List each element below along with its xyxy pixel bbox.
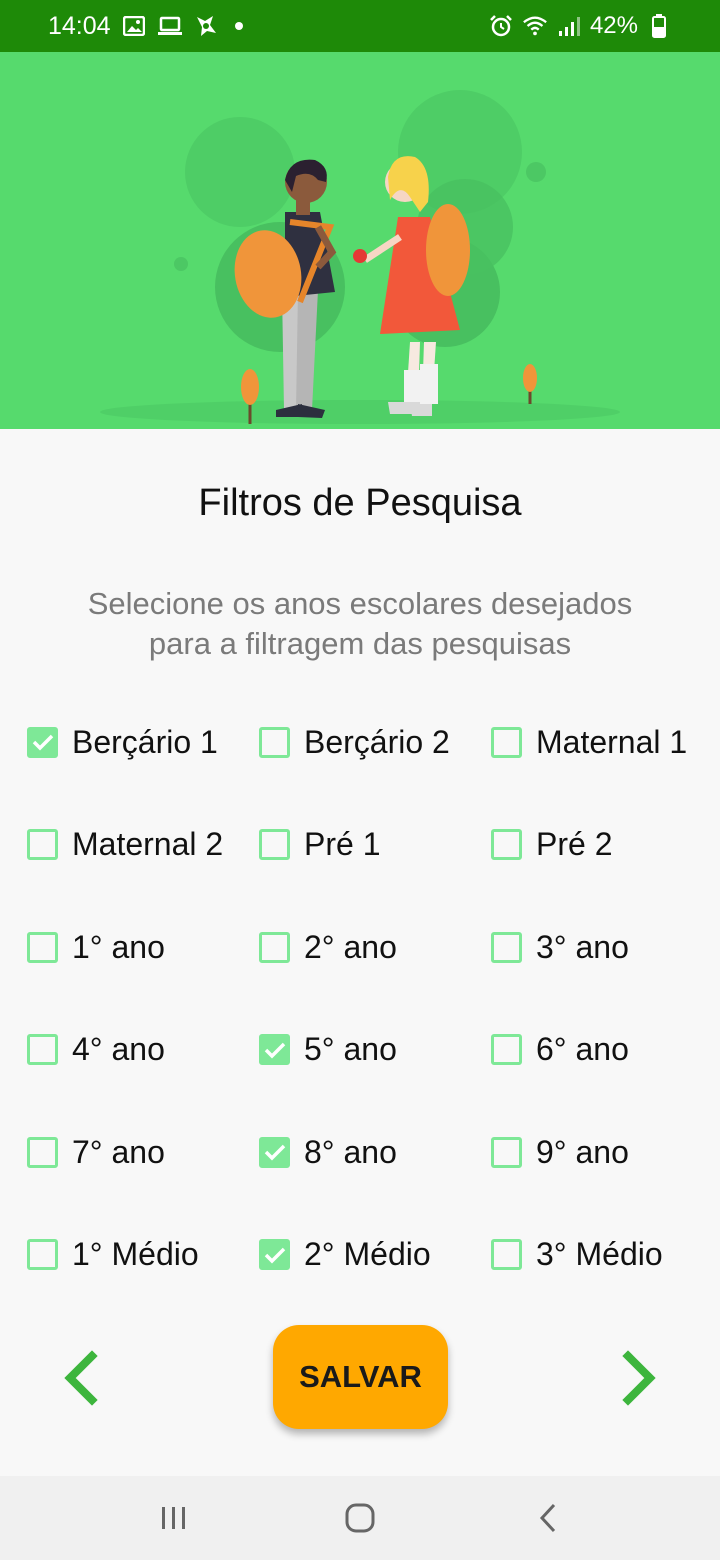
status-left: 14:04 [48, 0, 243, 52]
filter-label: 7° ano [72, 1133, 165, 1170]
check-icon [264, 1247, 285, 1263]
checkbox-unchecked[interactable] [491, 1239, 522, 1270]
wifi-icon [522, 13, 548, 39]
filter-checkbox[interactable]: 8° ano [259, 1102, 397, 1202]
filter-label: 2° ano [304, 928, 397, 965]
checkbox-checked[interactable] [27, 726, 58, 758]
checkbox-checked[interactable] [259, 1136, 290, 1168]
previous-button[interactable] [50, 1346, 110, 1410]
alarm-icon [488, 13, 514, 39]
filter-checkbox[interactable]: 2° ano [259, 897, 397, 997]
filter-label: Pré 1 [304, 826, 381, 862]
checkbox-checked[interactable] [259, 1239, 290, 1270]
battery-percent: 42% [589, 12, 638, 39]
battery-icon [646, 13, 672, 39]
subtitle-line-1: Selecione os anos escolares desejados [87, 586, 633, 621]
checkbox-unchecked[interactable] [259, 931, 290, 963]
filter-checkbox[interactable]: 6° ano [491, 1000, 629, 1100]
checkbox-unchecked[interactable] [27, 1034, 58, 1065]
page-title: Filtros de Pesquisa [198, 482, 522, 524]
filter-checkbox[interactable]: 1° ano [27, 897, 165, 997]
checkbox-unchecked[interactable] [27, 931, 58, 963]
checkbox-unchecked[interactable] [491, 829, 522, 860]
home-button[interactable] [330, 1476, 390, 1560]
recents-icon [162, 1507, 185, 1529]
status-right: 42% [488, 0, 672, 52]
filter-checkbox[interactable]: 3° ano [491, 897, 629, 997]
filter-checkbox[interactable]: Maternal 1 [491, 692, 687, 792]
filter-label: 9° ano [536, 1133, 629, 1170]
checkbox-unchecked[interactable] [259, 829, 290, 860]
chevron-right-icon [622, 1350, 656, 1406]
status-bar: 14:04 42% [0, 0, 720, 52]
filter-checkbox[interactable]: 2° Médio [259, 1205, 431, 1305]
status-time: 14:04 [48, 11, 111, 40]
image-icon [121, 13, 147, 39]
filter-label: 8° ano [304, 1133, 397, 1170]
filter-checkbox[interactable]: Berçário 1 [27, 692, 218, 792]
filter-checkbox[interactable]: 9° ano [491, 1102, 629, 1202]
filter-label: 2° Médio [304, 1236, 431, 1272]
filter-checkbox[interactable]: 5° ano [259, 1000, 397, 1100]
filter-checkbox[interactable]: 4° ano [27, 1000, 165, 1100]
back-icon [539, 1503, 556, 1533]
filter-label: Berçário 2 [304, 723, 450, 760]
next-button[interactable] [610, 1346, 670, 1410]
app-icon [193, 13, 219, 39]
save-button[interactable]: SALVAR [273, 1325, 448, 1429]
checkbox-checked[interactable] [259, 1034, 290, 1065]
checkbox-unchecked[interactable] [491, 1034, 522, 1065]
filter-checkbox[interactable]: Pré 2 [491, 795, 612, 895]
filter-checkbox[interactable]: 7° ano [27, 1102, 165, 1202]
checkbox-unchecked[interactable] [491, 726, 522, 758]
checkbox-unchecked[interactable] [491, 931, 522, 963]
back-button[interactable] [518, 1476, 578, 1560]
filter-label: 3° ano [536, 928, 629, 965]
check-icon [32, 734, 53, 751]
home-icon [345, 1503, 375, 1533]
filter-label: 1° ano [72, 928, 165, 965]
filter-checkbox[interactable]: Maternal 2 [27, 795, 223, 895]
filter-label: 6° ano [536, 1031, 629, 1067]
signal-icon [556, 13, 582, 39]
hero-illustration [0, 52, 720, 429]
dot-icon [234, 22, 243, 30]
filter-label: Maternal 1 [536, 723, 688, 760]
filter-checkbox[interactable]: Pré 1 [259, 795, 380, 895]
check-icon [264, 1042, 285, 1058]
checkbox-unchecked[interactable] [27, 1136, 58, 1168]
filter-label: Pré 2 [536, 826, 613, 862]
filter-label: Maternal 2 [72, 826, 224, 862]
page-subtitle: Selecione os anos escolares desejados pa… [30, 584, 690, 664]
system-nav-bar [0, 1476, 720, 1560]
students-illustration [100, 90, 620, 424]
check-icon [264, 1144, 285, 1161]
filter-checkbox[interactable]: 3° Médio [491, 1205, 663, 1305]
checkbox-unchecked[interactable] [259, 726, 290, 758]
checkbox-unchecked[interactable] [491, 1136, 522, 1168]
filter-label: 1° Médio [72, 1236, 199, 1272]
laptop-icon [157, 13, 183, 39]
filter-label: 4° ano [72, 1031, 165, 1067]
chevron-left-icon [64, 1350, 98, 1406]
filter-checkbox[interactable]: 1° Médio [27, 1205, 199, 1305]
checkbox-unchecked[interactable] [27, 1239, 58, 1270]
subtitle-line-2: para a filtragem das pesquisas [148, 626, 572, 661]
filter-checkbox[interactable]: Berçário 2 [259, 692, 450, 792]
checkbox-unchecked[interactable] [27, 829, 58, 860]
recents-button[interactable] [144, 1476, 204, 1560]
filter-label: 5° ano [304, 1031, 397, 1067]
filter-label: 3° Médio [536, 1236, 663, 1272]
filter-label: Berçário 1 [72, 723, 218, 760]
